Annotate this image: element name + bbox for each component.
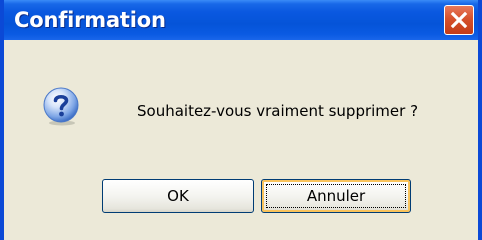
window-title: Confirmation	[14, 8, 166, 32]
question-icon	[41, 86, 81, 126]
ok-button[interactable]: OK	[102, 179, 254, 213]
title-bar[interactable]: Confirmation	[4, 0, 478, 40]
close-button[interactable]	[444, 5, 474, 35]
dialog-body: Souhaitez-vous vraiment supprimer ? OK A…	[4, 40, 478, 240]
close-icon	[450, 11, 468, 29]
cancel-button[interactable]: Annuler	[261, 179, 411, 213]
confirmation-message: Souhaitez-vous vraiment supprimer ?	[137, 102, 419, 120]
confirmation-dialog: Confirmation Souhaitez-vous vraiment sup…	[0, 0, 482, 240]
cancel-button-label: Annuler	[306, 187, 366, 205]
ok-button-label: OK	[167, 187, 189, 205]
